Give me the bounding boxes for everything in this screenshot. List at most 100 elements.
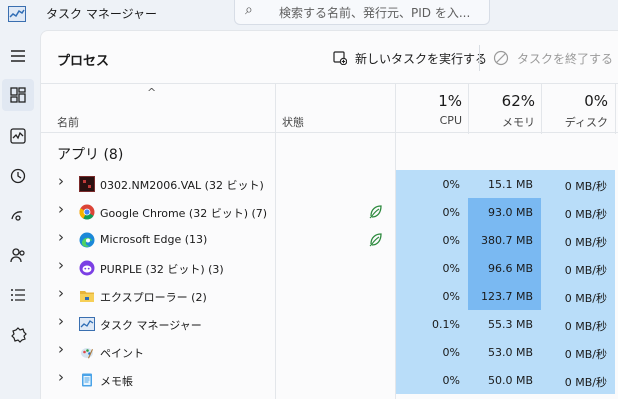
column-header-status[interactable]: 状態: [282, 114, 304, 130]
process-name: メモ帳: [100, 375, 133, 388]
task-manager-icon: [79, 316, 95, 332]
chevron-right-icon[interactable]: ›: [58, 200, 64, 218]
process-row[interactable]: › Microsoft Edge (13) 0% 380.7 MB 0 MB/秒: [41, 226, 618, 254]
cpu-cell: 0%: [396, 282, 468, 310]
cpu-cell: 0.1%: [396, 310, 468, 338]
process-name: ペイント: [100, 347, 144, 360]
cpu-cell: 0%: [396, 226, 468, 254]
memory-cell: 123.7 MB: [468, 282, 541, 310]
services-icon: [11, 327, 27, 343]
efficiency-mode-leaf-icon: [367, 231, 385, 249]
performance-icon: [10, 128, 26, 144]
memory-cell: 96.6 MB: [468, 254, 541, 282]
search-input[interactable]: ⌕ 検索する名前、発行元、PID を入...: [234, 0, 490, 25]
process-name: PURPLE (32 ビット) (3): [100, 263, 224, 276]
chevron-right-icon[interactable]: ›: [58, 312, 64, 330]
chevron-right-icon[interactable]: ›: [58, 368, 64, 386]
disk-cell: 0 MB/秒: [541, 282, 615, 310]
disk-cell: 0 MB/秒: [541, 226, 615, 254]
chevron-right-icon[interactable]: ›: [58, 172, 64, 190]
title-bar: タスク マネージャー ⌕ 検索する名前、発行元、PID を入...: [0, 0, 618, 30]
process-name: 0302.NM2006.VAL (32 ビット): [100, 179, 264, 192]
window-title: タスク マネージャー: [46, 7, 157, 21]
users-icon: [10, 248, 25, 263]
run-new-task-label: 新しいタスクを実行する: [355, 51, 488, 66]
table-header: ^ 名前 状態 1% CPU 62% メモリ 0% ディスク: [41, 83, 618, 134]
cpu-cell: 0%: [396, 366, 468, 394]
dark-app-icon: [79, 176, 95, 192]
cpu-cell: 0%: [396, 338, 468, 366]
left-nav: [0, 30, 40, 399]
run-new-task-button[interactable]: 新しいタスクを実行する: [333, 43, 487, 73]
menu-icon: [11, 50, 25, 62]
toolbar-divider: [479, 45, 480, 71]
startup-icon: [11, 211, 23, 221]
memory-cell: 15.1 MB: [468, 170, 541, 198]
column-header-name[interactable]: 名前: [57, 114, 79, 130]
process-row[interactable]: › 0302.NM2006.VAL (32 ビット) 0% 15.1 MB 0 MB/秒: [41, 170, 618, 198]
process-row[interactable]: › タスク マネージャー 0.1% 55.3 MB 0 MB/秒: [41, 310, 618, 338]
notepad-icon: [79, 372, 95, 388]
process-row[interactable]: › メモ帳 0% 50.0 MB 0 MB/秒: [41, 366, 618, 394]
processes-panel: プロセス 新しいタスクを実行する タスクを終了する ^ 名前 状態 1% CPU…: [40, 30, 618, 399]
nav-details[interactable]: [0, 279, 36, 311]
process-row[interactable]: › エクスプローラー (2) 0% 123.7 MB 0 MB/秒: [41, 282, 618, 310]
nav-startup[interactable]: [0, 199, 36, 231]
process-name: タスク マネージャー: [100, 319, 202, 332]
disk-cell: 0 MB/秒: [541, 198, 615, 226]
search-placeholder: 検索する名前、発行元、PID を入...: [279, 6, 471, 20]
process-row[interactable]: › ペイント 0% 53.0 MB 0 MB/秒: [41, 338, 618, 366]
chevron-right-icon[interactable]: ›: [58, 340, 64, 358]
efficiency-mode-leaf-icon: [367, 203, 385, 221]
edge-icon: [79, 232, 95, 248]
memory-cell: 55.3 MB: [468, 310, 541, 338]
group-header-apps: アプリ (8): [57, 147, 124, 163]
memory-cell: 50.0 MB: [468, 366, 541, 394]
disk-cell: 0 MB/秒: [541, 366, 615, 394]
sort-ascending-icon[interactable]: ^: [147, 86, 156, 99]
end-task-button[interactable]: タスクを終了する: [493, 43, 613, 73]
disk-total-percent[interactable]: 0%: [541, 92, 608, 110]
end-task-label: タスクを終了する: [517, 51, 614, 66]
column-header-cpu[interactable]: CPU: [396, 114, 462, 127]
nav-app-history[interactable]: [0, 160, 36, 192]
chevron-right-icon[interactable]: ›: [58, 228, 64, 246]
cpu-cell: 0%: [396, 198, 468, 226]
nav-services[interactable]: [0, 319, 36, 351]
cpu-cell: 0%: [396, 170, 468, 198]
process-row[interactable]: › PURPLE (32 ビット) (3) 0% 96.6 MB 0 MB/秒: [41, 254, 618, 282]
column-divider: [275, 84, 276, 134]
chevron-right-icon[interactable]: ›: [58, 256, 64, 274]
memory-cell: 53.0 MB: [468, 338, 541, 366]
column-header-disk[interactable]: ディスク: [541, 114, 608, 130]
memory-cell: 380.7 MB: [468, 226, 541, 254]
chevron-right-icon[interactable]: ›: [58, 284, 64, 302]
purple-icon: [79, 260, 95, 276]
nav-users[interactable]: [0, 239, 36, 271]
search-icon: ⌕: [245, 2, 253, 18]
memory-total-percent[interactable]: 62%: [468, 92, 535, 110]
disk-cell: 0 MB/秒: [541, 338, 615, 366]
paint-icon: [79, 344, 95, 360]
column-divider: [615, 84, 616, 134]
disk-cell: 0 MB/秒: [541, 310, 615, 338]
disk-cell: 0 MB/秒: [541, 170, 615, 198]
chrome-icon: [79, 204, 95, 220]
hamburger-menu-button[interactable]: [0, 40, 36, 72]
cpu-total-percent[interactable]: 1%: [396, 92, 462, 110]
disk-cell: 0 MB/秒: [541, 254, 615, 282]
process-name: Google Chrome (32 ビット) (7): [100, 207, 268, 220]
folder-icon: [79, 288, 95, 304]
process-row[interactable]: › Google Chrome (32 ビット) (7) 0% 93.0 MB 0 MB…: [41, 198, 618, 226]
processes-icon: [10, 87, 26, 103]
nav-processes[interactable]: [2, 79, 34, 111]
page-title: プロセス: [57, 54, 110, 69]
details-icon: [11, 289, 25, 301]
process-name: Microsoft Edge (13): [100, 233, 208, 246]
cpu-cell: 0%: [396, 254, 468, 282]
memory-cell: 93.0 MB: [468, 198, 541, 226]
nav-performance[interactable]: [0, 120, 36, 152]
column-header-memory[interactable]: メモリ: [468, 114, 535, 130]
app-history-icon: [10, 168, 26, 184]
prohibited-icon: [493, 50, 509, 66]
